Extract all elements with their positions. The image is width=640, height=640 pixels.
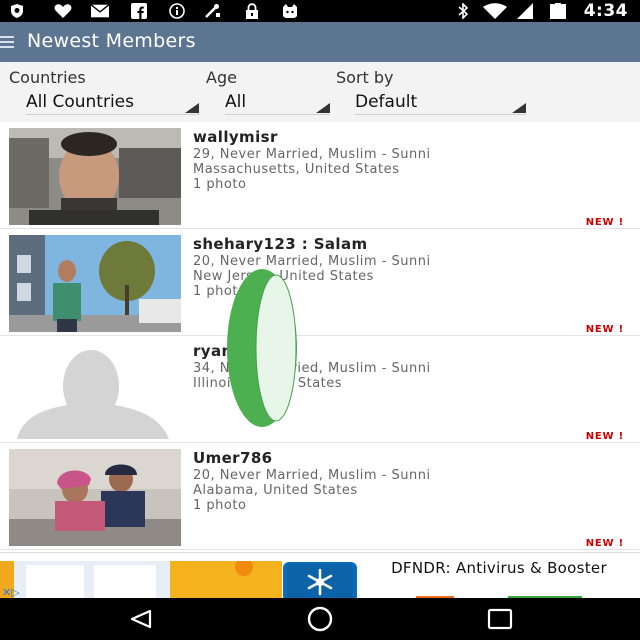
member-name[interactable]: Umer786 (193, 449, 273, 467)
countries-value: All Countries (26, 92, 134, 112)
member-details: 20, Never Married, Muslim - Sunni (193, 468, 431, 483)
new-badge: NEW ! (585, 431, 624, 442)
dropdown-arrow-icon (185, 103, 199, 113)
wifi-icon (482, 3, 508, 19)
ad-screenshot-image (0, 561, 282, 598)
lock-icon (243, 3, 261, 19)
member-location: Alabama, United States (193, 483, 358, 498)
age-dropdown[interactable]: All (225, 89, 330, 115)
sort-label: Sort by (336, 68, 394, 87)
ad-close-icon[interactable]: ✕▷ (2, 586, 20, 598)
menu-icon[interactable] (0, 35, 16, 49)
member-photo[interactable] (9, 235, 181, 332)
navigation-bar (0, 598, 640, 640)
filter-bar: Countries All Countries Age All Sort by … (0, 62, 640, 122)
shield-icon (8, 3, 26, 19)
dropdown-arrow-icon (512, 103, 526, 113)
signal-icon (516, 3, 534, 19)
recents-icon[interactable] (487, 608, 513, 630)
member-row[interactable]: Umer786 20, Never Married, Muslim - Sunn… (0, 443, 640, 550)
member-name[interactable]: wallymisr (193, 128, 278, 146)
screen: 4:34 Newest Members Countries All Countr… (0, 0, 640, 640)
new-badge: NEW ! (585, 324, 624, 335)
member-row[interactable]: shehary123 : Salam 20, Never Married, Mu… (0, 229, 640, 336)
member-photo[interactable] (9, 128, 181, 225)
member-name[interactable]: shehary123 : Salam (193, 235, 368, 253)
ad-app-icon[interactable] (283, 562, 357, 598)
default-avatar-icon[interactable] (9, 342, 181, 439)
back-icon[interactable] (129, 609, 153, 629)
member-details: 29, Never Married, Muslim - Sunni (193, 147, 431, 162)
info-icon (168, 3, 186, 19)
status-bar: 4:34 (0, 0, 640, 22)
new-badge: NEW ! (585, 538, 624, 549)
battery-icon (548, 3, 568, 19)
countries-dropdown[interactable]: All Countries (26, 89, 199, 115)
home-icon[interactable] (306, 606, 334, 632)
floating-overlay-handle[interactable] (226, 268, 298, 428)
member-row[interactable]: ryan 34, Never Married, Muslim - Sunni I… (0, 336, 640, 443)
page-title: Newest Members (27, 30, 196, 52)
member-row[interactable]: wallymisr 29, Never Married, Muslim - Su… (0, 122, 640, 229)
member-photo-count: 1 photo (193, 177, 247, 192)
app-bar: Newest Members (0, 22, 640, 62)
tools-icon (204, 3, 222, 19)
member-list[interactable]: wallymisr 29, Never Married, Muslim - Su… (0, 122, 640, 552)
facebook-icon (130, 3, 148, 19)
member-details: 20, Never Married, Muslim - Sunni (193, 254, 431, 269)
clock: 4:34 (583, 1, 628, 21)
age-label: Age (206, 68, 237, 87)
member-photo-count: 1 photo (193, 498, 247, 513)
ad-banner[interactable]: ✕▷ DFNDR: Antivirus & Booster (0, 552, 640, 598)
heart-icon (54, 3, 72, 19)
countries-label: Countries (9, 68, 86, 87)
member-photo[interactable] (9, 449, 181, 546)
dropdown-arrow-icon (316, 103, 330, 113)
member-location: Massachusetts, United States (193, 162, 400, 177)
cat-icon (281, 3, 299, 19)
age-value: All (225, 92, 247, 112)
bluetooth-icon (454, 3, 472, 19)
new-badge: NEW ! (585, 217, 624, 228)
sort-dropdown[interactable]: Default (355, 89, 526, 115)
ad-title[interactable]: DFNDR: Antivirus & Booster (370, 560, 628, 577)
mail-icon (91, 3, 109, 19)
sort-value: Default (355, 92, 418, 112)
